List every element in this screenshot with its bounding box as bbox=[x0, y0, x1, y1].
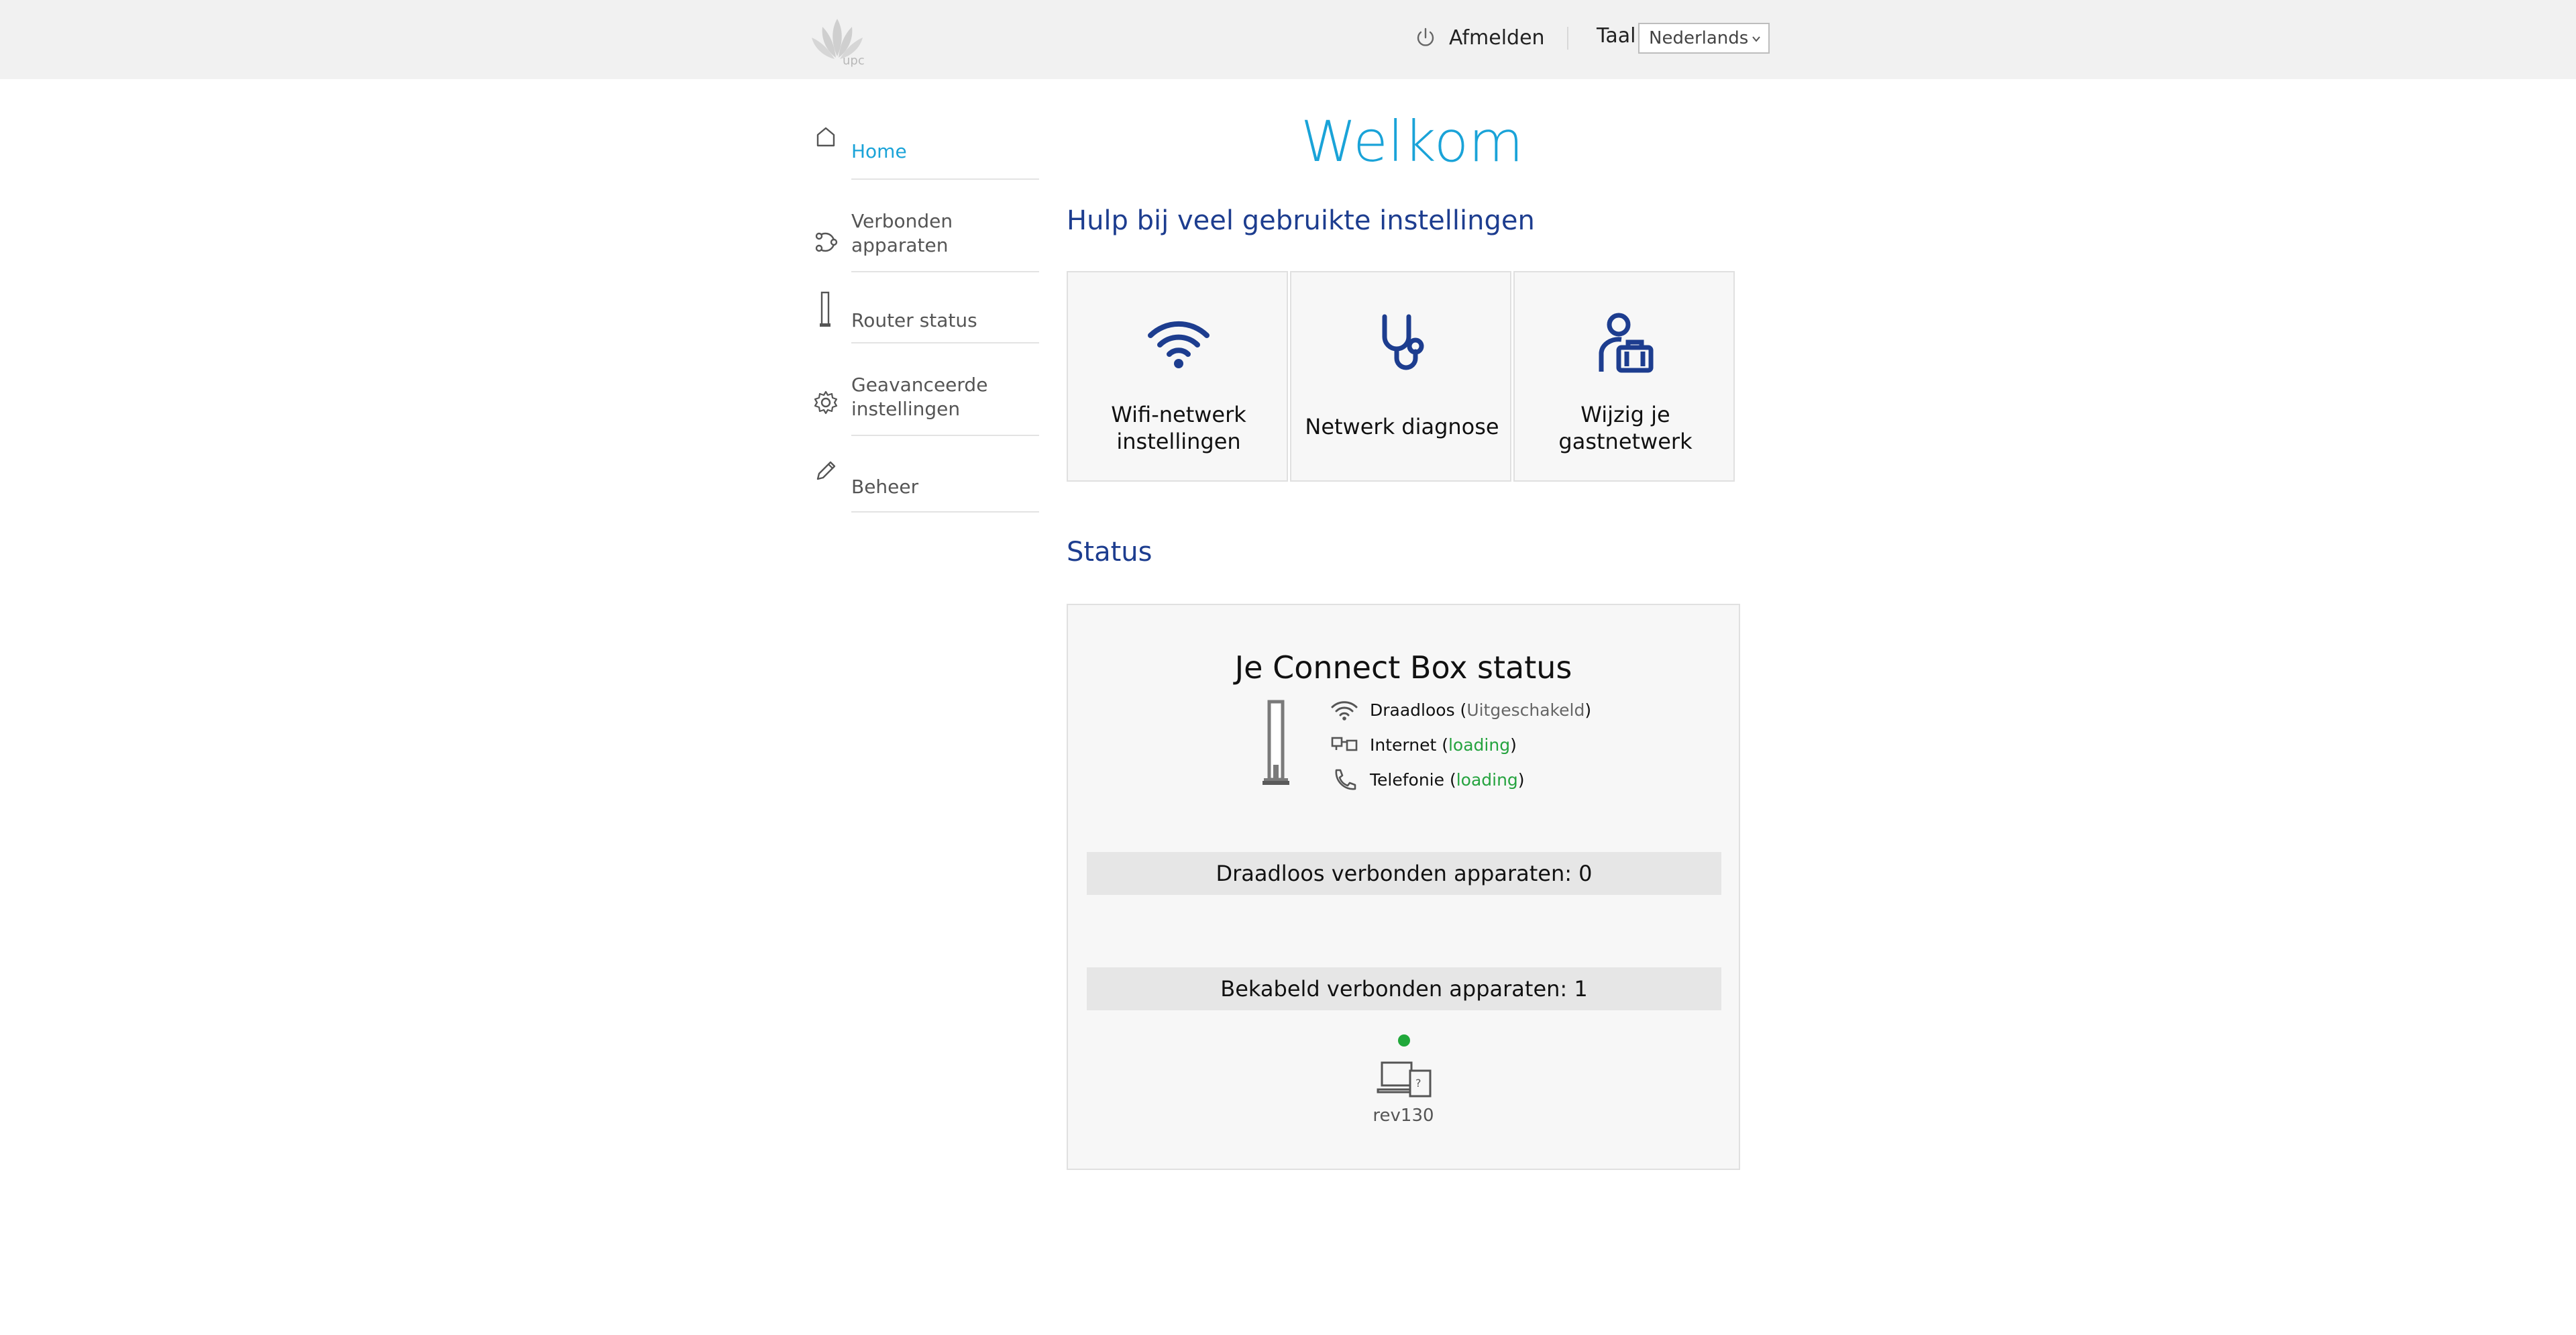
connect-box-status-panel: Je Connect Box status Draadloos (Uitgesc… bbox=[1067, 604, 1740, 1170]
guest-icon bbox=[1599, 313, 1654, 373]
pencil-icon bbox=[816, 461, 836, 480]
sidebar-item-label: Beheer bbox=[851, 476, 919, 498]
top-header: upc Afmelden Taal Nederlands bbox=[0, 0, 2576, 79]
wifi-icon bbox=[1148, 321, 1210, 368]
sidebar-item-home[interactable]: Home bbox=[808, 123, 1040, 180]
status-label: Draadloos bbox=[1370, 700, 1455, 720]
logout-label: Afmelden bbox=[1449, 25, 1545, 50]
sidebar-item-label: Router status bbox=[851, 309, 977, 331]
language-select[interactable]: Nederlands bbox=[1638, 23, 1770, 54]
home-icon bbox=[816, 127, 835, 147]
tile-label: Netwerk diagnose bbox=[1305, 414, 1499, 439]
status-row-wireless: Draadloos (Uitgeschakeld) bbox=[1330, 696, 1591, 723]
sidebar-item-connected-devices[interactable]: Verbonden apparaten bbox=[808, 195, 1040, 275]
header-divider bbox=[1567, 27, 1568, 50]
wifi-icon bbox=[1331, 701, 1358, 720]
sidebar-divider bbox=[851, 342, 1039, 343]
status-label: Telefonie bbox=[1370, 769, 1444, 790]
sidebar-item-advanced-settings[interactable]: Geavanceerde instellingen bbox=[808, 356, 1040, 436]
status-label: Internet bbox=[1370, 735, 1437, 755]
router-icon bbox=[820, 291, 830, 327]
status-row-internet: Internet (loading) bbox=[1330, 731, 1517, 758]
status-row-telephony: Telefonie (loading) bbox=[1330, 766, 1525, 793]
language-value: Nederlands bbox=[1649, 28, 1749, 48]
router-icon bbox=[1263, 700, 1289, 785]
stethoscope-icon bbox=[1382, 314, 1424, 370]
sidebar-item-label: Geavanceerde instellingen bbox=[851, 374, 988, 420]
sidebar-item-management[interactable]: Beheer bbox=[808, 449, 1040, 517]
help-heading: Hulp bij veel gebruikte instellingen bbox=[1067, 205, 1535, 236]
logo-text: upc bbox=[843, 54, 865, 68]
svg-text:?: ? bbox=[1415, 1077, 1421, 1089]
page-title: Welkom bbox=[1300, 109, 1524, 174]
device-name[interactable]: rev130 bbox=[1068, 1106, 1739, 1126]
status-value: loading bbox=[1456, 769, 1518, 790]
tile-label: Wifi-netwerk instellingen bbox=[1111, 402, 1246, 454]
tile-wifi-settings[interactable]: Wifi-netwerk instellingen bbox=[1067, 271, 1288, 482]
logout-button[interactable]: Afmelden bbox=[1414, 23, 1545, 52]
phone-icon bbox=[1335, 769, 1356, 790]
devices-icon bbox=[815, 232, 838, 252]
quick-settings-tiles: Wifi-netwerk instellingen Netwerk diagno… bbox=[1067, 271, 1737, 483]
status-value: loading bbox=[1448, 735, 1511, 755]
status-heading: Status bbox=[1067, 537, 1152, 568]
internet-icon bbox=[1331, 737, 1358, 751]
wireless-devices-bar[interactable]: Draadloos verbonden apparaten: 0 bbox=[1087, 852, 1721, 895]
gear-icon bbox=[814, 390, 838, 415]
sidebar-divider bbox=[851, 435, 1039, 436]
power-icon bbox=[1417, 28, 1434, 46]
sidebar-item-router-status[interactable]: Router status bbox=[808, 283, 1040, 350]
sidebar-item-label: Verbonden apparaten bbox=[851, 210, 953, 256]
sidebar-item-label: Home bbox=[851, 140, 907, 162]
wired-devices-bar[interactable]: Bekabeld verbonden apparaten: 1 bbox=[1087, 967, 1721, 1010]
status-value: Uitgeschakeld bbox=[1466, 700, 1585, 720]
device-online-indicator bbox=[1398, 1034, 1410, 1047]
tile-network-diagnose[interactable]: Netwerk diagnose bbox=[1290, 271, 1511, 482]
tile-guest-network[interactable]: Wijzig je gastnetwerk bbox=[1513, 271, 1735, 482]
sidebar-divider bbox=[851, 511, 1039, 513]
chevron-down-icon bbox=[1752, 36, 1760, 42]
status-title: Je Connect Box status bbox=[1234, 649, 1572, 686]
sidebar-divider bbox=[851, 271, 1039, 272]
device-icon[interactable]: ? bbox=[1377, 1059, 1434, 1099]
tile-label: Wijzig je gastnetwerk bbox=[1558, 402, 1693, 454]
sidebar-divider bbox=[851, 178, 1039, 180]
language-label: Taal bbox=[1597, 24, 1636, 48]
